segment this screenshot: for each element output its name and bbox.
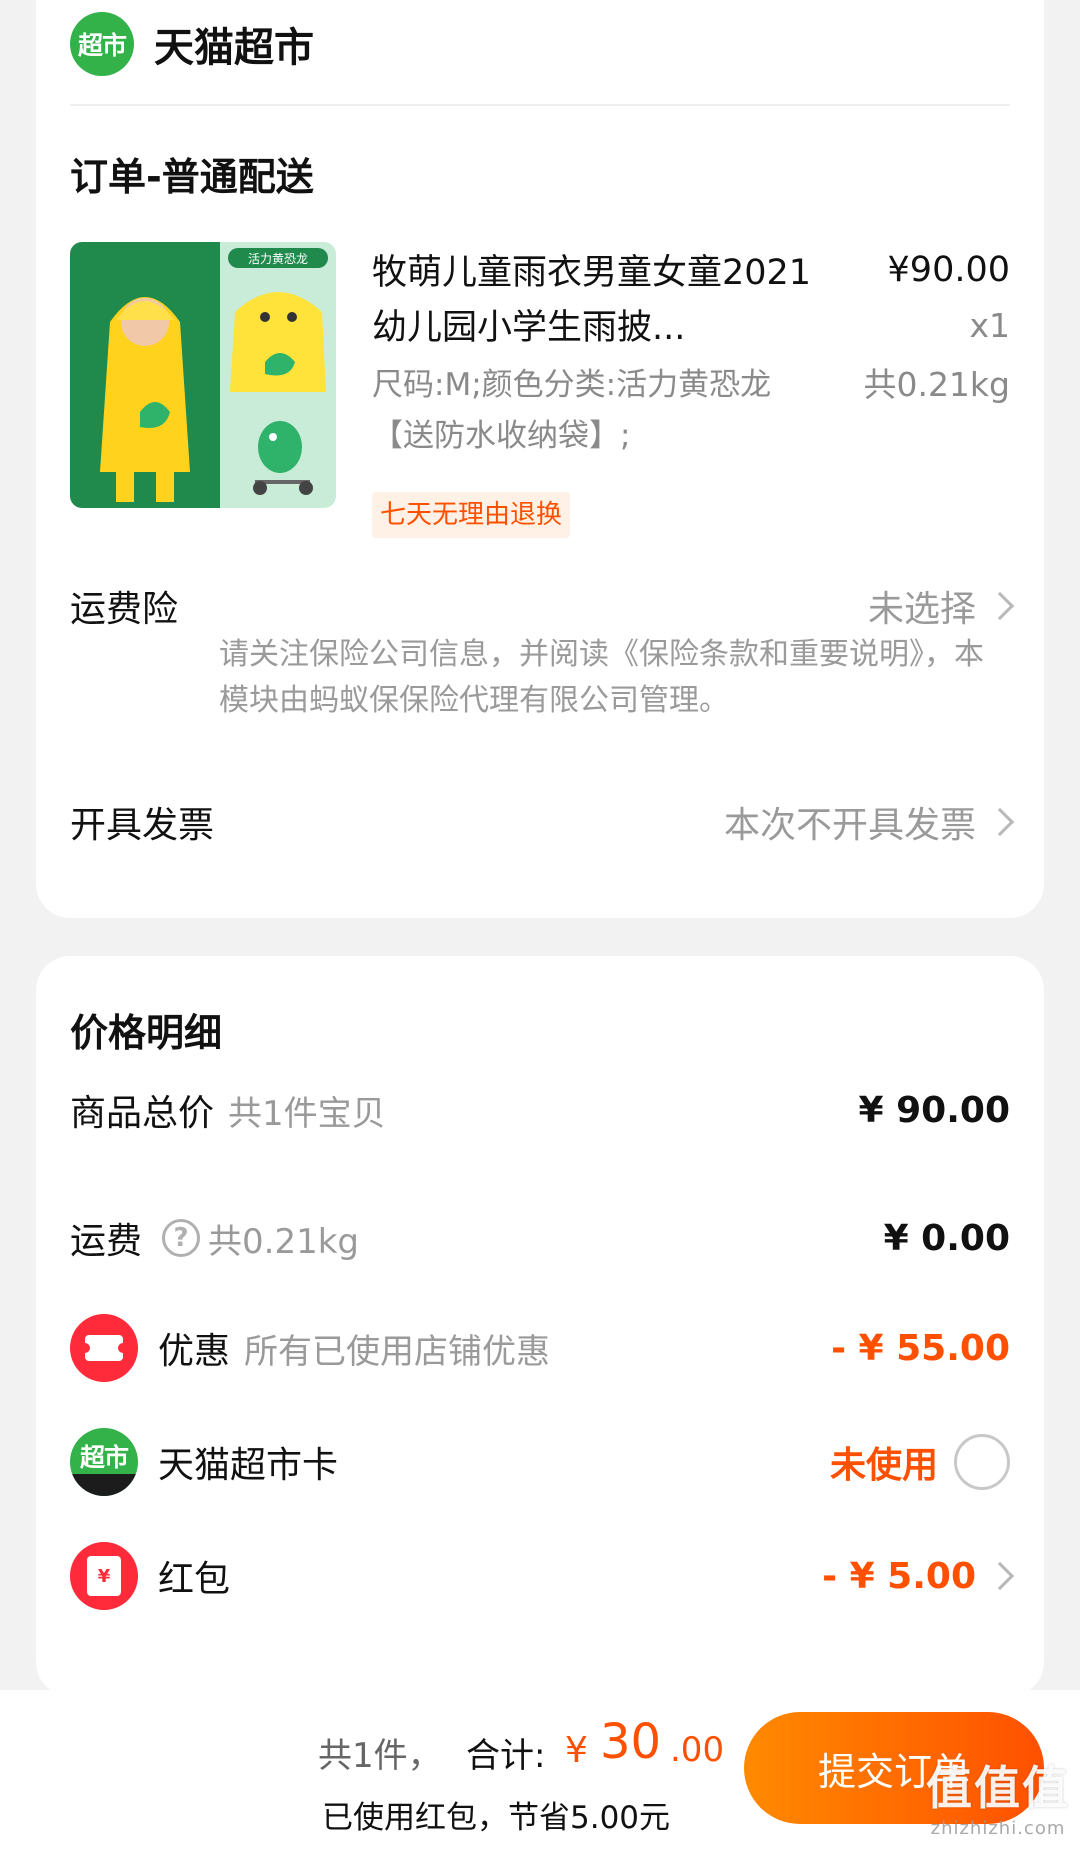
watermark-sub: zhizhizhi.com bbox=[930, 1818, 1066, 1839]
discount-sub: 所有已使用店铺优惠 bbox=[244, 1331, 551, 1372]
checkout-bar: 共1件， 合计: ¥ 30 .00 已使用红包，节省5.00元 提交订单 值值值… bbox=[0, 1690, 1080, 1857]
market-card-label: 天猫超市卡 bbox=[158, 1445, 339, 1486]
insurance-note: 请关注保险公司信息，并阅读《保险条款和重要说明》，本模块由蚂蚁保保险代理有限公司… bbox=[219, 637, 984, 718]
savings-note: 已使用红包，节省5.00元 bbox=[322, 1800, 671, 1836]
goods-total-row: 商品总价 共1件宝贝 ¥ 90.00 bbox=[70, 1084, 1010, 1136]
red-packet-icon: ¥ bbox=[70, 1542, 138, 1610]
shipping-fee-label: 运费 bbox=[70, 1221, 143, 1262]
price-detail-card: 价格明细 商品总价 共1件宝贝 ¥ 90.00 运费 ? 共0.21kg ¥ 0… bbox=[36, 956, 1044, 1696]
shipping-fee-amount: ¥ 0.00 bbox=[883, 1217, 1010, 1259]
discount-amount: - ¥ 55.00 bbox=[831, 1327, 1010, 1369]
market-card-row[interactable]: 超市 天猫超市卡 未使用 bbox=[70, 1428, 1010, 1496]
goods-total-sub: 共1件宝贝 bbox=[228, 1093, 386, 1134]
invoice-label: 开具发票 bbox=[70, 805, 215, 846]
watermark: 值值值 zhizhizhi.com bbox=[926, 1752, 1070, 1839]
product-price: ¥90.00 bbox=[887, 250, 1010, 290]
image-badge-text: 活力黄恐龙 bbox=[248, 252, 308, 266]
red-packet-label: 红包 bbox=[158, 1559, 231, 1600]
tmall-supermarket-card-icon: 超市 bbox=[70, 1428, 138, 1496]
market-card-status: 未使用 bbox=[829, 1445, 938, 1486]
invoice-value: 本次不开具发票 bbox=[723, 805, 976, 846]
shipping-insurance-value: 未选择 bbox=[867, 589, 976, 630]
order-card: 超市 天猫超市 订单-普通配送 活力黄恐龙 牧萌儿童雨衣男童女童2021幼儿园小… bbox=[36, 0, 1044, 918]
store-header[interactable]: 超市 天猫超市 bbox=[70, 12, 314, 76]
total-label: 合计: bbox=[466, 1736, 546, 1776]
invoice-selector[interactable]: 本次不开具发票 bbox=[723, 796, 1015, 848]
market-card-radio[interactable] bbox=[954, 1434, 1010, 1490]
product-spec: 尺码:M;颜色分类:活力黄恐龙【送防水收纳袋】; bbox=[372, 367, 772, 454]
total-amount-integer: 30 bbox=[600, 1714, 662, 1770]
total-currency: ¥ bbox=[565, 1730, 588, 1771]
product-image[interactable]: 活力黄恐龙 bbox=[70, 242, 336, 508]
product-title: 牧萌儿童雨衣男童女童2021幼儿园小学生雨披... bbox=[372, 253, 812, 348]
chevron-right-icon bbox=[985, 807, 1015, 837]
shipping-insurance-selector[interactable]: 未选择 bbox=[867, 580, 1015, 632]
shipping-fee-sub: 共0.21kg bbox=[208, 1221, 359, 1262]
price-detail-title: 价格明细 bbox=[70, 1011, 223, 1055]
shipping-insurance-label: 运费险 bbox=[70, 589, 179, 630]
discount-row[interactable]: 优惠 所有已使用店铺优惠 - ¥ 55.00 bbox=[70, 1314, 1010, 1382]
shipping-fee-row: 运费 ? 共0.21kg ¥ 0.00 bbox=[70, 1212, 1010, 1264]
total-amount-decimal: .00 bbox=[670, 1730, 725, 1770]
divider bbox=[70, 104, 1010, 106]
product-weight: 共0.21kg bbox=[863, 365, 1010, 404]
discount-label: 优惠 bbox=[158, 1331, 231, 1372]
store-name: 天猫超市 bbox=[154, 25, 314, 71]
goods-total-label: 商品总价 bbox=[70, 1093, 215, 1134]
red-packet-icon-symbol: ¥ bbox=[87, 1556, 121, 1596]
goods-total-amount: ¥ 90.00 bbox=[858, 1089, 1010, 1131]
product-quantity: x1 bbox=[969, 306, 1010, 345]
watermark-main: 值值值 bbox=[926, 1761, 1070, 1815]
red-packet-row[interactable]: ¥ 红包 - ¥ 5.00 bbox=[70, 1542, 1015, 1610]
order-section-title: 订单-普通配送 bbox=[70, 155, 314, 199]
product-info[interactable]: 牧萌儿童雨衣男童女童2021幼儿园小学生雨披... 尺码:M;颜色分类:活力黄恐… bbox=[372, 246, 812, 462]
tmall-supermarket-logo-icon: 超市 bbox=[70, 12, 134, 76]
item-count: 共1件， bbox=[318, 1736, 442, 1776]
question-mark-icon[interactable]: ? bbox=[162, 1219, 201, 1257]
chevron-right-icon bbox=[985, 1561, 1015, 1591]
coupon-icon bbox=[70, 1314, 138, 1382]
market-card-logo-text: 超市 bbox=[79, 1443, 129, 1472]
chevron-right-icon bbox=[985, 591, 1015, 621]
red-packet-amount: - ¥ 5.00 bbox=[822, 1555, 976, 1597]
return-policy-badge: 七天无理由退换 bbox=[372, 492, 571, 538]
